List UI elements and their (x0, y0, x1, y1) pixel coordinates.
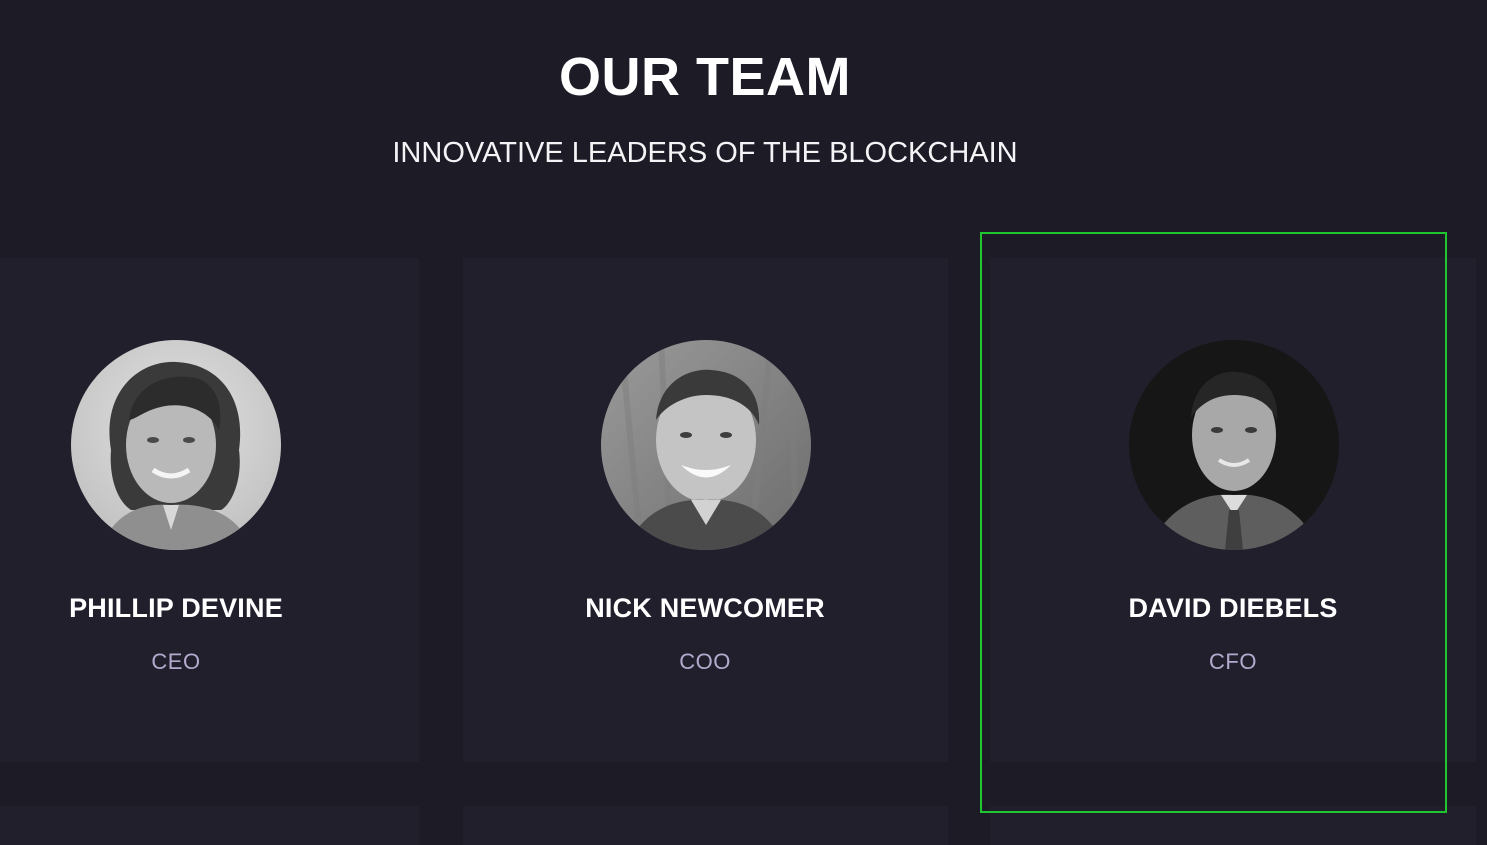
team-member-card[interactable] (0, 806, 419, 845)
member-name: DAVID DIEBELS (1128, 593, 1338, 623)
member-photo (71, 340, 281, 550)
section-subtitle: INNOVATIVE LEADERS OF THE BLOCKCHAIN (392, 137, 1018, 169)
member-name: PHILLIP DEVINE (69, 593, 283, 623)
member-name: NICK NEWCOMER (585, 593, 825, 623)
team-member-card[interactable]: NICK NEWCOMER COO (463, 258, 948, 762)
member-photo (601, 340, 811, 550)
member-role: CFO (1209, 649, 1257, 674)
team-section: OUR TEAM INNOVATIVE LEADERS OF THE BLOCK… (0, 0, 1487, 845)
member-role: CEO (151, 649, 201, 674)
team-member-card[interactable] (463, 806, 948, 845)
section-title: OUR TEAM (559, 47, 851, 107)
team-member-card[interactable] (990, 806, 1476, 845)
team-member-card[interactable]: DAVID DIEBELS CFO (990, 258, 1476, 762)
member-photo (1129, 340, 1339, 550)
team-member-card[interactable]: PHILLIP DEVINE CEO (0, 258, 419, 762)
member-role: COO (679, 649, 731, 674)
